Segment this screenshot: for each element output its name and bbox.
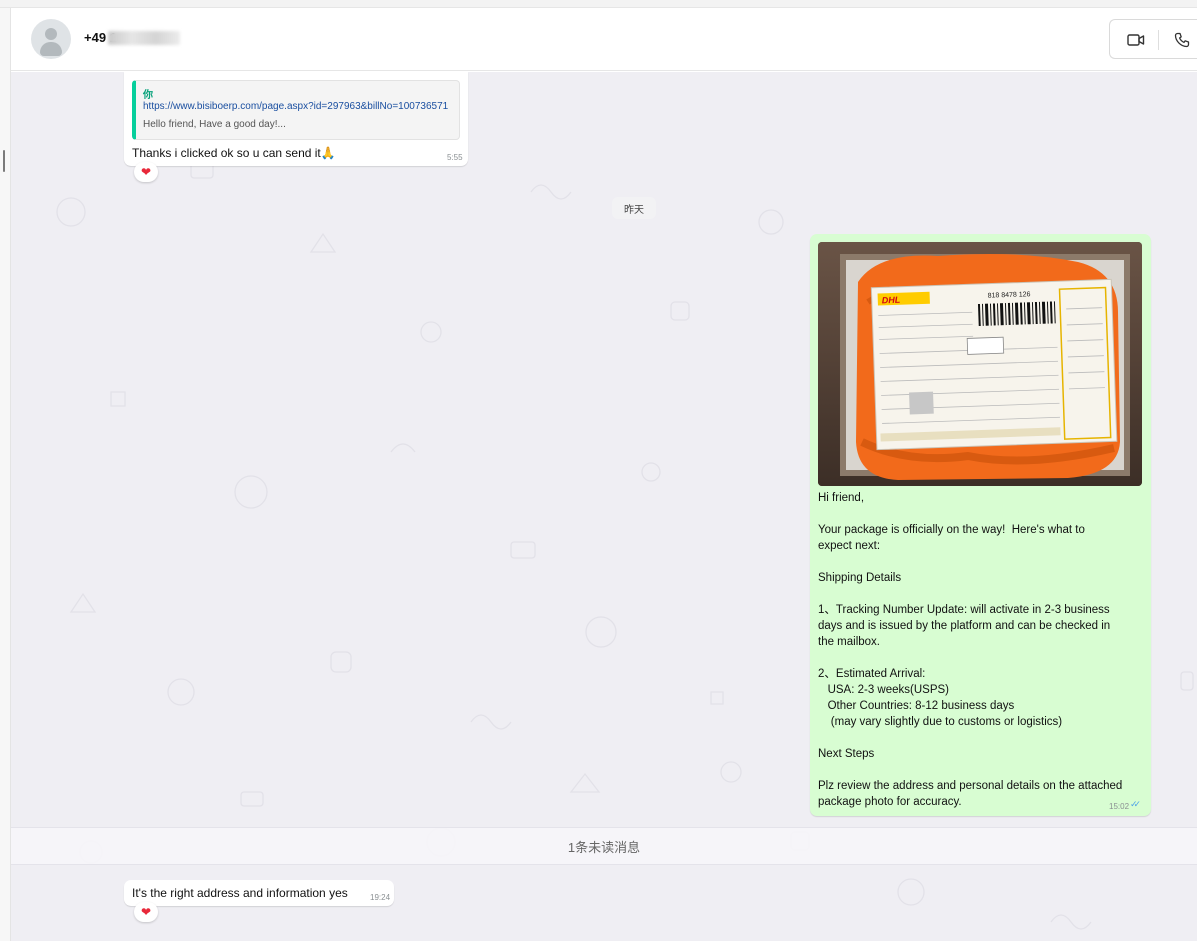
message-line [818, 650, 1142, 666]
message-time: 19:24 [370, 893, 391, 902]
call-buttons [1109, 19, 1197, 59]
message-line: Plz review the address and personal deta… [818, 780, 1123, 792]
message-line: package photo for accuracy. [818, 796, 962, 808]
message-line [818, 554, 1142, 570]
divider [1158, 30, 1159, 50]
incoming-message[interactable]: 你 https://www.bisiboerp.com/page.aspx?id… [124, 72, 468, 166]
message-line [818, 762, 1142, 778]
outgoing-message[interactable]: DHL 818 8478 126 Hi friend, Your package… [810, 234, 1151, 816]
message-line: Hi friend, [818, 492, 865, 504]
message-time: 15:02 [1109, 802, 1130, 811]
heart-reaction[interactable]: ❤ [134, 162, 158, 182]
incoming-message[interactable]: It's the right address and information y… [124, 880, 394, 906]
left-rail [0, 8, 11, 941]
chat-area[interactable]: 你 https://www.bisiboerp.com/page.aspx?id… [11, 72, 1197, 941]
message-line: Next Steps [818, 748, 875, 760]
default-avatar-icon[interactable] [31, 19, 71, 59]
heart-reaction[interactable]: ❤ [134, 902, 158, 922]
message-line: Your package is officially on the way! H… [818, 524, 1085, 536]
quote-text: Hello friend, Have a good day!... [143, 119, 286, 130]
phone-icon[interactable] [1170, 30, 1194, 50]
resize-handle[interactable] [3, 150, 5, 172]
message-line: USA: 2-3 weeks(USPS) [818, 684, 950, 696]
message-line: (may vary slightly due to customs or log… [818, 716, 1063, 728]
message-line: expect next: [818, 540, 881, 552]
message-text: Hi friend, Your package is officially on… [818, 490, 1142, 810]
date-separator: 昨天 [612, 197, 656, 219]
quote-author: 你 [143, 90, 153, 101]
message-line [818, 730, 1142, 746]
unread-banner: 1条未读消息 [11, 827, 1197, 865]
carrier-logo: DHL [882, 295, 901, 306]
message-text: Thanks i clicked ok so u can send it🙏 [132, 146, 336, 160]
quote-link[interactable]: https://www.bisiboerp.com/page.aspx?id=2… [143, 101, 448, 112]
video-camera-icon[interactable] [1124, 30, 1148, 50]
message-line: the mailbox. [818, 636, 881, 648]
message-line: 2、Estimated Arrival: [818, 668, 926, 680]
package-photo-image: DHL 818 8478 126 [818, 242, 1142, 486]
redacted-number [108, 31, 180, 45]
read-receipt-icon: ✓✓ [1130, 799, 1141, 809]
message-line: Shipping Details [818, 572, 902, 584]
message-line [818, 506, 1142, 522]
chat-header: +49 1 [11, 8, 1197, 71]
message-line: 1、Tracking Number Update: will activate … [818, 604, 1110, 616]
quoted-message[interactable]: 你 https://www.bisiboerp.com/page.aspx?id… [132, 80, 460, 140]
message-text: It's the right address and information y… [132, 886, 348, 900]
message-line: days and is issued by the platform and c… [818, 620, 1111, 632]
message-line: Other Countries: 8-12 business days [818, 700, 1015, 712]
window-top-strip [0, 0, 1197, 8]
package-photo[interactable]: DHL 818 8478 126 [818, 242, 1142, 486]
message-line [818, 586, 1142, 602]
message-time: 5:55 [447, 153, 463, 162]
tracking-number: 818 8478 126 [988, 291, 1031, 299]
